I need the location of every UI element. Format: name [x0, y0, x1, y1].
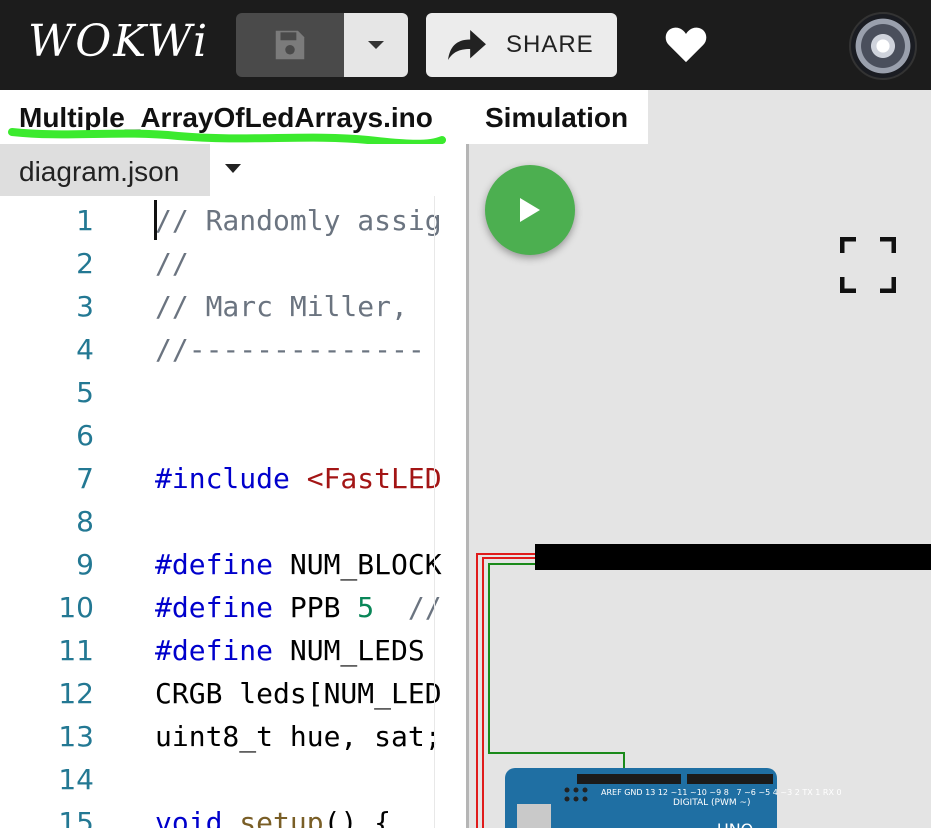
save-button[interactable] [236, 13, 344, 77]
text-cursor [154, 200, 157, 240]
simulation-canvas[interactable]: AREF GND 13 12 ~11 ~10 ~9 8 7 ~6 ~5 4 ~3… [469, 144, 931, 828]
pin-labels: AREF GND 13 12 ~11 ~10 ~9 8 7 ~6 ~5 4 ~3… [601, 788, 842, 797]
digital-label: DIGITAL (PWM ~) [673, 798, 751, 808]
code-line: 15 void setup() { [58, 806, 392, 828]
wokwi-logo[interactable]: WOKWi [28, 16, 209, 67]
code-line: 7 #include <FastLED [76, 462, 442, 495]
tab-spacer [455, 90, 469, 144]
tab-simulation-label: Simulation [485, 102, 629, 133]
floppy-disk-icon [275, 30, 305, 60]
header-pins [687, 774, 773, 784]
code-line: 10 #define PPB 5 // [58, 591, 442, 624]
chevron-down-icon [368, 41, 384, 49]
tab-diagram-json[interactable]: diagram.json [0, 144, 210, 196]
code-line: 14 [58, 763, 94, 796]
code-line: 5 [76, 376, 94, 409]
icsp-pads [564, 787, 588, 802]
code-line: 6 [76, 419, 94, 452]
save-dropdown-button[interactable] [344, 13, 408, 77]
code-line: 4//-------------- [76, 333, 425, 366]
wires [476, 553, 625, 828]
code-line: 11 #define NUM_LEDS [58, 634, 425, 667]
code-editor[interactable]: 1// Randomly assig 2// 3// Marc Miller, … [0, 196, 468, 828]
code-line: 8 [76, 505, 94, 538]
usb-port [517, 804, 551, 828]
share-arrow-icon [448, 30, 486, 60]
board-label: UNO [717, 820, 753, 828]
arduino-uno-board[interactable]: AREF GND 13 12 ~11 ~10 ~9 8 7 ~6 ~5 4 ~3… [505, 768, 842, 828]
share-label: SHARE [506, 31, 594, 58]
tab-simulation[interactable]: Simulation [469, 90, 648, 144]
code-line: 3// Marc Miller, [76, 290, 408, 323]
code-line: 2// [76, 247, 189, 280]
save-button-group [236, 13, 408, 77]
top-bar: WOKWi SHARE [0, 0, 931, 90]
user-avatar[interactable] [849, 12, 917, 80]
chevron-down-icon[interactable] [224, 163, 242, 175]
header-pins [577, 774, 681, 784]
led-strip[interactable] [535, 544, 931, 570]
code-line: 12 CRGB leds[NUM_LED [58, 677, 442, 710]
indent-guide [434, 196, 435, 828]
code-line: 13 uint8_t hue, sat; [58, 720, 442, 753]
share-button[interactable]: SHARE [426, 13, 617, 77]
tab-diagram-json-label: diagram.json [19, 156, 180, 187]
code-line: 9 #define NUM_BLOCK [76, 548, 442, 581]
simulation-tab-strip [648, 90, 931, 144]
heart-icon[interactable] [664, 24, 708, 64]
file-menu-area [210, 144, 468, 196]
code-line: 1// Randomly assig [76, 204, 442, 237]
